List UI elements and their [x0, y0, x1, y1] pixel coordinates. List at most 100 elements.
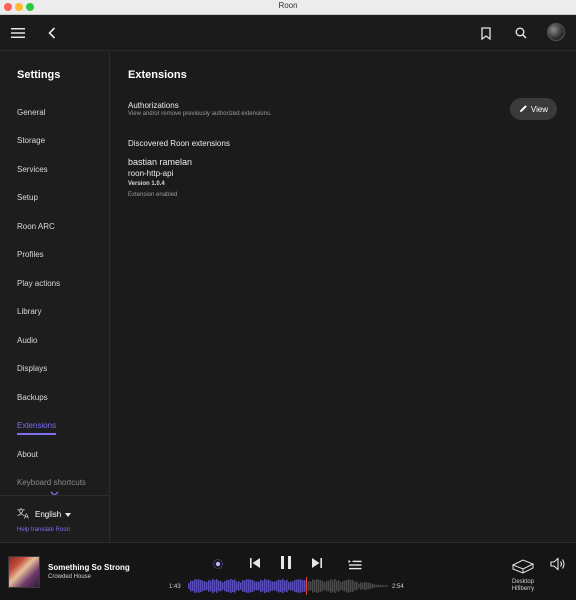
extension-status: Extension enabled [128, 192, 178, 198]
waveform-bar [364, 581, 366, 591]
zone-label: Desktop Hifiberry [507, 579, 539, 593]
waveform-bar [200, 579, 202, 593]
track-artist[interactable]: Crowded House [48, 574, 91, 580]
waveform-bar [270, 580, 272, 592]
help-translate-link[interactable]: Help translate Roon [17, 527, 70, 533]
waveform-bar [324, 582, 326, 590]
waveform-bar [280, 579, 282, 593]
hamburger-menu-icon[interactable] [10, 25, 26, 41]
waveform-bar [298, 579, 300, 593]
waveform-bar [230, 578, 232, 594]
extension-version: Version 1.0.4 [128, 181, 165, 187]
page-title: Extensions [128, 69, 187, 81]
volume-icon[interactable] [550, 557, 566, 571]
waveform-seekbar[interactable] [188, 577, 388, 595]
waveform-bar [278, 579, 280, 593]
waveform-bar [240, 582, 242, 590]
svg-text:A: A [24, 513, 29, 520]
sidebar-title: Settings [17, 69, 61, 81]
waveform-bar [262, 580, 264, 592]
waveform-bar [220, 580, 222, 592]
bookmark-icon[interactable] [479, 24, 493, 42]
waveform-bar [244, 580, 246, 592]
back-chevron-icon[interactable] [45, 25, 59, 41]
waveform-bar [196, 579, 198, 593]
waveform-bar [320, 580, 322, 592]
sidebar-item-extensions[interactable]: Extensions [17, 421, 57, 435]
waveform-bar [188, 583, 190, 589]
waveform-bar [308, 581, 310, 591]
discovered-extensions-title: Discovered Roon extensions [128, 139, 230, 148]
waveform-bar [368, 582, 370, 590]
waveform-bar [362, 582, 364, 590]
waveform-bar [360, 582, 362, 590]
top-toolbar [0, 15, 576, 51]
sidebar-item-services[interactable]: Services [17, 165, 48, 174]
sidebar-item-about[interactable]: About [17, 450, 38, 459]
waveform-bar [256, 581, 258, 591]
waveform-bar [260, 579, 262, 593]
caret-down-icon [65, 510, 72, 519]
waveform-bar [326, 580, 328, 592]
now-playing-bar: Something So Strong Crowded House 1:43 2… [0, 542, 576, 600]
waveform-bar [242, 580, 244, 592]
waveform-bar [330, 579, 332, 593]
waveform-bar [258, 581, 260, 591]
waveform-bar [358, 583, 360, 589]
waveform-bar [386, 585, 388, 587]
waveform-bar [380, 584, 382, 588]
sidebar-item-setup[interactable]: Setup [17, 193, 38, 202]
waveform-bar [272, 581, 274, 591]
extensions-panel: Extensions Authorizations View and/or re… [111, 52, 576, 542]
waveform-bar [296, 579, 298, 593]
playhead-marker[interactable] [306, 577, 307, 595]
waveform-bar [276, 580, 278, 592]
profile-avatar[interactable] [547, 23, 565, 41]
view-authorizations-button[interactable]: View [510, 98, 557, 120]
language-selector[interactable]: 文A English [17, 507, 72, 521]
waveform-bar [248, 579, 250, 593]
waveform-bar [292, 581, 294, 591]
waveform-bar [340, 582, 342, 590]
waveform-bar [370, 583, 372, 589]
pause-icon[interactable] [279, 555, 293, 571]
waveform-bar [338, 580, 340, 592]
previous-track-icon[interactable] [249, 556, 261, 570]
waveform-bar [246, 579, 248, 593]
next-track-icon[interactable] [311, 556, 323, 570]
waveform-bar [224, 581, 226, 591]
pencil-icon [519, 104, 528, 115]
zone-selector[interactable]: Desktop Hifiberry [507, 555, 539, 595]
waveform-bar [198, 579, 200, 593]
album-art[interactable] [8, 556, 40, 588]
waveform-bar [212, 578, 214, 594]
waveform-bar [250, 579, 252, 593]
sidebar-item-play-actions[interactable]: Play actions [17, 279, 60, 288]
queue-icon[interactable] [348, 557, 362, 570]
sidebar-item-storage[interactable]: Storage [17, 136, 45, 145]
waveform-bar [322, 581, 324, 591]
sidebar-item-displays[interactable]: Displays [17, 364, 47, 373]
sidebar-item-general[interactable]: General [17, 108, 45, 117]
sidebar-item-backups[interactable]: Backups [17, 393, 48, 402]
authorizations-title: Authorizations [128, 101, 179, 110]
waveform-bar [210, 580, 212, 592]
authorizations-subtitle: View and/or remove previously authorized… [128, 111, 272, 117]
scroll-down-chevron-icon[interactable] [50, 484, 59, 502]
elapsed-time: 1:43 [169, 584, 181, 590]
sidebar-item-library[interactable]: Library [17, 307, 41, 316]
track-title[interactable]: Something So Strong [48, 563, 130, 572]
translate-icon: 文A [17, 507, 31, 521]
window-titlebar: Roon [0, 0, 576, 15]
roon-radio-icon[interactable] [212, 557, 224, 569]
sidebar-item-profiles[interactable]: Profiles [17, 250, 44, 259]
waveform-bar [336, 580, 338, 592]
waveform-bar [382, 584, 384, 588]
waveform-bar [290, 581, 292, 591]
waveform-bar [348, 579, 350, 593]
sidebar-item-roon-arc[interactable]: Roon ARC [17, 222, 55, 231]
search-icon[interactable] [513, 24, 529, 42]
waveform-bar [366, 582, 368, 590]
sidebar-item-audio[interactable]: Audio [17, 336, 37, 345]
sidebar-divider [0, 495, 110, 496]
